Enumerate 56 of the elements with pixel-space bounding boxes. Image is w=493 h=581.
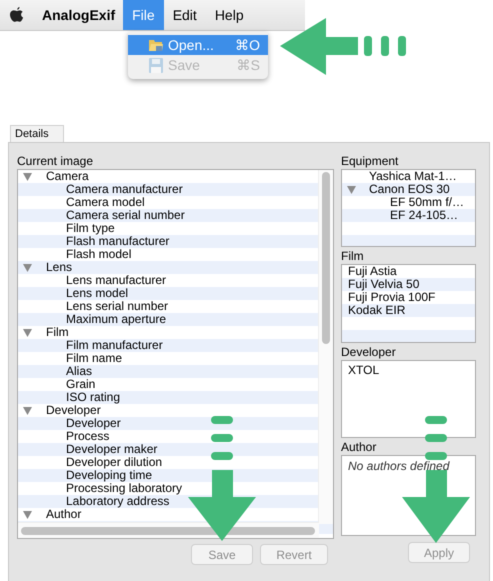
- tab[interactable]: Details: [10, 125, 64, 142]
- tree-item[interactable]: Flash model: [66, 248, 132, 261]
- tree-item[interactable]: Developer: [46, 404, 101, 417]
- group-label: Author: [341, 439, 378, 455]
- expand-arrow-icon[interactable]: [347, 186, 356, 194]
- folder-icon: [148, 38, 164, 52]
- tree-item[interactable]: Laboratory address: [66, 495, 170, 508]
- tree-item[interactable]: Film name: [66, 352, 122, 365]
- tree-item[interactable]: Lens serial number: [66, 300, 168, 313]
- group-label: Equipment: [341, 153, 400, 169]
- tree-item[interactable]: Film manufacturer: [66, 339, 163, 352]
- tree-item[interactable]: Camera manufacturer: [66, 183, 183, 196]
- scrollbar-thumb[interactable]: [21, 527, 315, 535]
- expand-arrow-icon[interactable]: [23, 328, 32, 336]
- tree-item[interactable]: Yashica Mat-1…: [369, 170, 457, 183]
- tree-item[interactable]: Lens manufacturer: [66, 274, 166, 287]
- list-item[interactable]: XTOL: [348, 364, 380, 377]
- menu-item[interactable]: Edit: [164, 0, 206, 30]
- apple-icon[interactable]: [10, 7, 24, 23]
- tree-item[interactable]: EF 50mm f/…: [390, 196, 464, 209]
- expand-arrow-icon[interactable]: [23, 172, 32, 180]
- menu-item[interactable]: Help: [206, 0, 253, 30]
- list-item[interactable]: Kodak EIR: [342, 304, 406, 317]
- tree-item[interactable]: Alias: [66, 365, 92, 378]
- scrollbar-thumb[interactable]: [322, 172, 330, 344]
- tree-item[interactable]: Canon EOS 30: [369, 183, 450, 196]
- tree-item[interactable]: Processing laboratory: [66, 482, 182, 495]
- expand-arrow-icon[interactable]: [23, 406, 32, 414]
- tree-item[interactable]: Lens model: [66, 287, 128, 300]
- tree-item[interactable]: Grain: [66, 378, 96, 391]
- tree-item[interactable]: Process: [66, 430, 110, 443]
- tree-item[interactable]: Lens: [46, 261, 72, 274]
- tree-item[interactable]: Film: [46, 326, 69, 339]
- expand-arrow-icon[interactable]: [23, 510, 32, 518]
- group-label: Film: [341, 248, 365, 264]
- tree-item[interactable]: Maximum aperture: [66, 313, 166, 326]
- expand-arrow-icon[interactable]: [23, 264, 32, 272]
- tree-item[interactable]: Author: [46, 508, 82, 521]
- tree-item[interactable]: Flash manufacturer: [66, 235, 170, 248]
- app-name: AnalogExif: [42, 7, 116, 23]
- tree-item[interactable]: Developer dilution: [66, 456, 162, 469]
- tree-item[interactable]: Developer maker: [66, 443, 158, 456]
- tree-item[interactable]: Camera serial number: [66, 209, 185, 222]
- list-item[interactable]: Fuji Astia: [342, 265, 397, 278]
- group-label: Developer: [341, 344, 397, 360]
- tree-item[interactable]: Camera model: [66, 196, 145, 209]
- tree-item[interactable]: ISO rating: [66, 391, 120, 404]
- tree-item[interactable]: EF 24-105…: [390, 209, 458, 222]
- tree-item[interactable]: Camera: [46, 170, 89, 183]
- group-label: Current image: [17, 153, 94, 169]
- tree-item[interactable]: Developer: [66, 417, 121, 430]
- tree-item[interactable]: Developing time: [66, 469, 152, 482]
- placeholder-text: No authors defined: [348, 459, 450, 473]
- list-item[interactable]: Fuji Velvia 50: [342, 278, 420, 291]
- list-item[interactable]: Fuji Provia 100F: [342, 291, 436, 304]
- tree-item[interactable]: Film type: [66, 222, 115, 235]
